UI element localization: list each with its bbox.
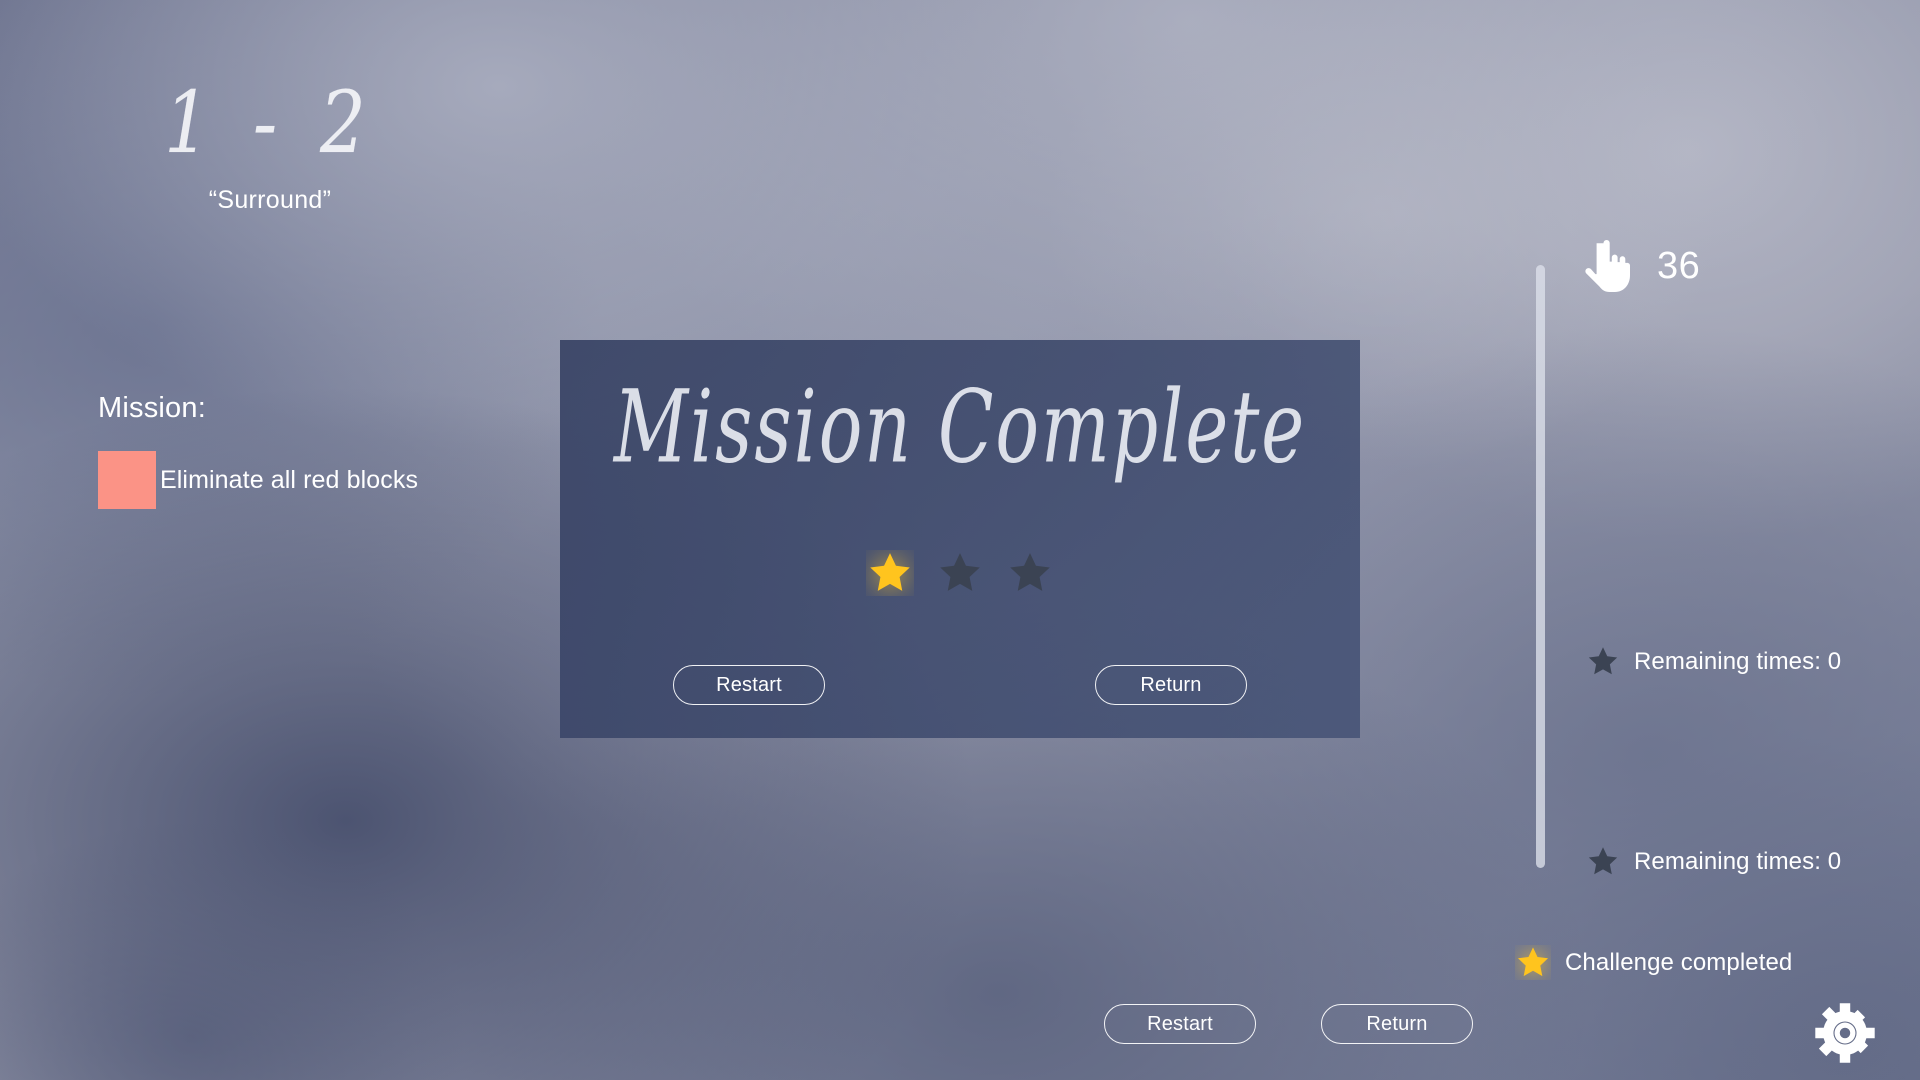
status-label-remaining-times-1: Remaining times: 0 [1634,647,1842,675]
level-name: “Surround” [208,186,332,214]
star-icon-empty-4 [1586,845,1620,878]
dialog-action-buttons: Restart Return [560,665,1360,705]
level-header: 1 - 2 “Surround” [0,80,540,215]
mission-heading: Mission: [98,392,206,424]
steps-counter: 36 [1583,240,1700,292]
status-row-remaining-times-2: Remaining times: 0 [1586,845,1841,878]
star-icon-earned-2 [1515,945,1551,980]
star-icon-empty-1 [936,550,984,596]
settings-button[interactable] [1812,1000,1878,1066]
dialog-restart-button[interactable]: Restart [673,665,825,705]
mission-panel: Mission: Eliminate all red blocks [98,392,518,509]
bottom-action-buttons: Restart Return [1104,1004,1473,1044]
pointing-hand-icon [1583,240,1633,292]
steps-count-value: 36 [1657,244,1701,287]
status-row-challenge-completed: Challenge completed [1515,945,1792,980]
dialog-title: Mission Complete [613,369,1307,486]
status-label-challenge-completed: Challenge completed [1565,948,1793,976]
right-panel-divider [1536,265,1545,868]
star-icon-empty-2 [1006,550,1054,596]
dialog-star-rating [560,550,1360,596]
gear-icon [1812,1000,1878,1066]
star-icon-empty-3 [1586,645,1620,678]
status-label-remaining-times-2: Remaining times: 0 [1634,847,1842,875]
mission-complete-dialog: Mission Complete Restart Return [560,340,1360,738]
game-screen: 1 - 2 “Surround” Mission: Eliminate all … [0,0,1920,1080]
mission-objective-item: Eliminate all red blocks [98,451,518,509]
star-icon-earned-1 [866,550,914,596]
bottom-restart-button[interactable]: Restart [1104,1004,1256,1044]
status-row-remaining-times-1: Remaining times: 0 [1586,645,1841,678]
mission-objective-label: Eliminate all red blocks [160,465,419,494]
bottom-return-button[interactable]: Return [1321,1004,1473,1044]
red-block-swatch [98,451,156,509]
level-number: 1 - 2 [164,72,376,173]
dialog-return-button[interactable]: Return [1095,665,1247,705]
